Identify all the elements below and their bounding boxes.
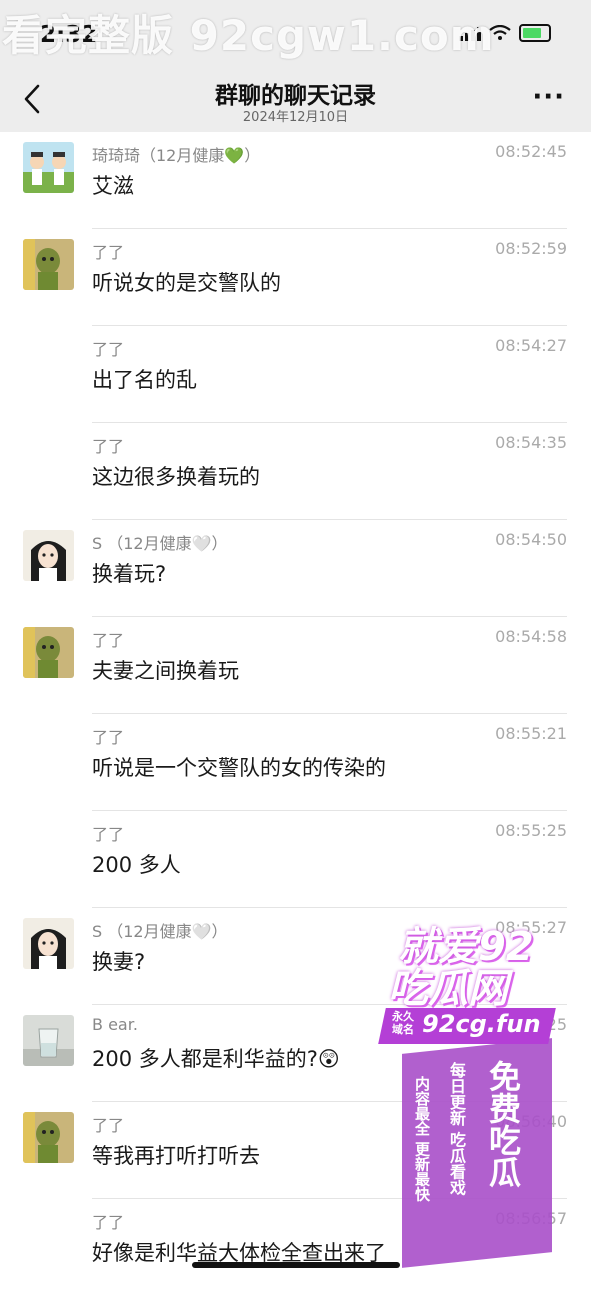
top-bar: 2:32 ↗ 看完整版 92cgw1.com 群聊的聊天记录 2024年12月1… (0, 0, 591, 132)
message-item[interactable]: S （12月健康🤍） 08:54:50 换着玩? (0, 520, 591, 617)
message-text: 这边很多换着玩的 (92, 465, 260, 489)
home-indicator[interactable] (192, 1262, 400, 1268)
message-time: 08:54:27 (495, 336, 567, 355)
message-sender: 了了 (92, 437, 125, 456)
message-sender: 琦琦琦（12月健康💚） (92, 146, 261, 165)
page-subtitle-date: 2024年12月10日 (242, 110, 349, 125)
message-sender: 了了 (92, 340, 125, 359)
message-time: 08:54:58 (495, 627, 567, 646)
avatar-girl (23, 530, 74, 581)
message-text: 200 多人 (92, 853, 181, 877)
message-time: 08:54:35 (495, 433, 567, 452)
message-sender: 了了 (92, 1213, 125, 1232)
message-text: 夫妻之间换着玩 (92, 659, 239, 683)
message-text: 出了名的乱 (92, 368, 197, 392)
more-options-button[interactable]: ··· (532, 84, 565, 110)
promo-domain-label: 永久域名 (392, 1010, 414, 1036)
message-item[interactable]: 了了 08:54:35 这边很多换着玩的 (0, 423, 591, 520)
message-time: 08:54:50 (495, 530, 567, 549)
avatar-dog (23, 239, 74, 290)
promo-vertical-content: 内容最全 更新最快 (413, 1076, 431, 1202)
promo-vertical-update: 每日更新 吃瓜看戏 (447, 1062, 466, 1196)
message-sender: S （12月健康🤍） (92, 922, 228, 941)
promo-title-line2: 吃瓜网 (388, 966, 508, 1012)
message-sender: 了了 (92, 631, 125, 650)
message-item[interactable]: 了了 08:55:25 200 多人 (0, 811, 591, 908)
message-sender: S （12月健康🤍） (92, 534, 228, 553)
avatar-dog (23, 1112, 74, 1163)
message-item[interactable]: 了了 08:52:59 听说女的是交警队的 (0, 229, 591, 326)
message-text: 200 多人都是利华益的?😲 (92, 1047, 340, 1071)
message-item[interactable]: 琦琦琦（12月健康💚） 08:52:45 艾滋 (0, 132, 591, 229)
message-item[interactable]: 了了 08:54:58 夫妻之间换着玩 (0, 617, 591, 714)
message-sender: 了了 (92, 825, 125, 844)
message-time: 08:55:25 (495, 821, 567, 840)
message-item[interactable]: 了了 08:54:27 出了名的乱 (0, 326, 591, 423)
message-item[interactable]: 了了 08:55:21 听说是一个交警队的女的传染的 (0, 714, 591, 811)
message-text: 听说是一个交警队的女的传染的 (92, 756, 386, 780)
message-sender: 了了 (92, 1116, 125, 1135)
message-sender: B ear. (92, 1015, 138, 1034)
avatar-cartoon (23, 142, 74, 193)
avatar-glass (23, 1015, 74, 1066)
message-text: 换妻? (92, 950, 146, 974)
message-text: 听说女的是交警队的 (92, 271, 281, 295)
promo-domain[interactable]: 92cg.fun (422, 1010, 541, 1038)
avatar-girl (23, 918, 74, 969)
message-sender: 了了 (92, 728, 125, 747)
message-text: 等我再打听打听去 (92, 1144, 260, 1168)
watermark-text: 看完整版 92cgw1.com (2, 11, 495, 60)
page-title: 群聊的聊天记录 (215, 83, 376, 109)
battery-icon (519, 24, 551, 42)
avatar-dog (23, 627, 74, 678)
message-time: 08:52:59 (495, 239, 567, 258)
promo-vertical-slogan: 免费吃瓜 (484, 1060, 522, 1188)
message-time: 08:52:45 (495, 142, 567, 161)
message-time: 08:55:21 (495, 724, 567, 743)
message-sender: 了了 (92, 243, 125, 262)
message-text: 换着玩? (92, 562, 167, 586)
promo-overlay[interactable]: 就爱92 吃瓜网 永久域名 92cg.fun 免费吃瓜 每日更新 吃瓜看戏 内容… (372, 900, 591, 1268)
message-text: 艾滋 (92, 174, 134, 198)
